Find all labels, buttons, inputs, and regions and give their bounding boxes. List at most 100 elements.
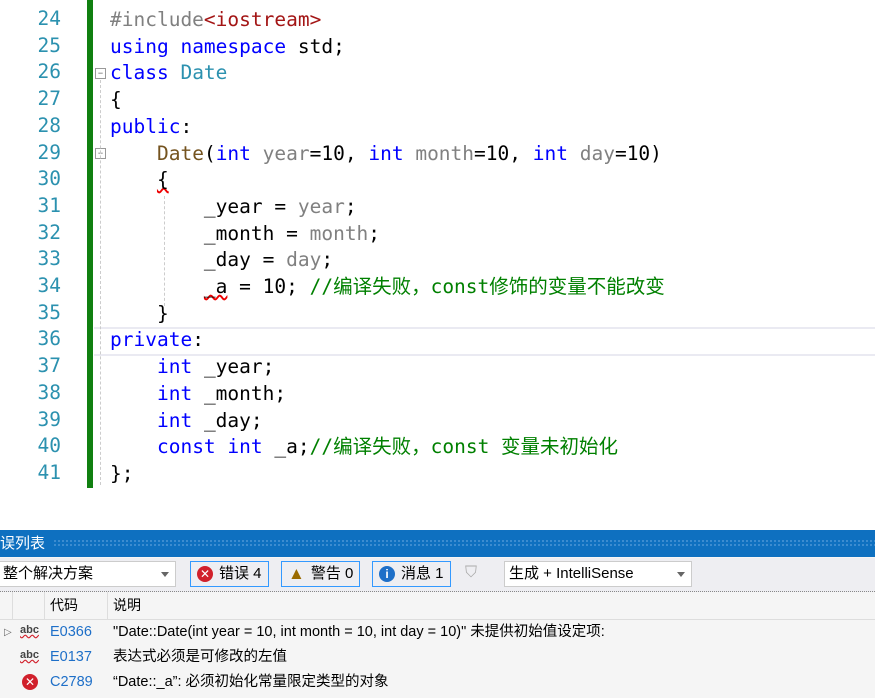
code-token: #include [110,8,204,31]
code-line[interactable]: _year = year; [110,194,357,221]
chevron-down-icon [677,572,685,581]
line-number: 34 [37,274,61,297]
code-token: =10, [474,141,533,165]
code-token: int [368,141,404,165]
code-line[interactable]: private: [110,327,204,354]
code-line[interactable]: int _day; [110,408,263,435]
column-header-code[interactable]: 代码 [50,592,78,619]
code-line[interactable]: _day = day; [110,247,333,274]
error-description: "Date::Date(int year = 10, int month = 1… [113,624,605,640]
info-icon: i [379,566,395,582]
code-token: const [156,435,216,459]
code-token: public [110,114,181,138]
messages-filter-button[interactable]: i 消息 1 [372,561,451,587]
line-number: 35 [37,300,61,324]
code-token: year [262,141,310,165]
code-token: int [156,381,193,405]
code-line[interactable]: #include<iostream> [110,7,321,34]
code-line[interactable]: { [110,87,122,114]
source-value: 生成 + IntelliSense [509,565,634,582]
code-line[interactable]: } [110,301,169,328]
code-token: day [579,141,615,165]
messages-label: 消息 1 [401,565,444,582]
code-line[interactable]: public: [110,114,192,141]
code-editor[interactable]: − − 24 #include<iostream> 25 using namespac… [0,0,875,528]
line-number: 30 [37,167,61,191]
code-token: int [215,141,251,165]
scope-dropdown[interactable]: 整个解决方案 [0,561,176,587]
current-line-highlight [94,327,875,356]
code-token: ( [203,141,216,165]
code-token: month [309,221,369,245]
code-token: month [415,141,475,165]
code-token: }; [110,461,134,485]
code-line[interactable]: _month = month; [110,221,380,248]
code-token: : [180,114,193,138]
code-line[interactable]: int _year; [110,354,274,381]
code-token: { [110,88,122,112]
line-number: 29 [37,140,61,164]
code-line[interactable]: Date(int year=10, int month=10, int day=… [110,141,662,168]
code-token: year [297,194,345,218]
line-number: 31 [37,193,61,217]
error-row[interactable]: abc E0137 表达式必须是可修改的左值 [0,645,875,670]
abc-squiggle-icon: abc [20,624,39,636]
error-row[interactable]: ▷ abc E0366 "Date::Date(int year = 10, int … [0,620,875,645]
filter-icon[interactable]: ⛉ [465,564,477,582]
warnings-label: 警告 0 [310,565,354,582]
drag-grip[interactable] [53,539,875,548]
code-token: _year = [110,194,298,218]
source-dropdown[interactable]: 生成 + IntelliSense [504,561,692,587]
code-line[interactable]: _a = 10; //编译失败，const修饰的变量不能改变 [110,274,665,301]
code-token: ; [368,221,381,245]
code-line[interactable]: }; [110,461,133,488]
scope-value: 整个解决方案 [3,565,94,582]
code-token: //编译失败，const 变量未初始化 [309,435,619,459]
line-number: 36 [37,327,61,351]
code-token: std; [286,34,345,58]
code-token: Date [180,61,228,85]
error-toolbar: 整个解决方案 ✕ 错误 4 ▲ 警告 0 i 消息 1 ⛉ 生成 + IntelliS… [0,558,875,592]
code-token: int [156,408,193,432]
fold-collapse-icon[interactable]: − [95,68,106,79]
panel-title: 误列表 [0,535,46,552]
error-code[interactable]: C2789 [50,670,93,695]
code-line[interactable]: using namespace std; [110,34,345,61]
errors-filter-button[interactable]: ✕ 错误 4 [190,561,269,587]
code-token: _month = [110,221,310,245]
code-line[interactable]: int _month; [110,381,286,408]
code-token: _day = [110,248,287,272]
line-number: 40 [37,434,61,458]
warnings-filter-button[interactable]: ▲ 警告 0 [281,561,361,587]
code-token: Date [156,141,204,165]
code-token: _day; [192,408,263,432]
panel-titlebar[interactable]: 误列表 [0,530,875,557]
code-line[interactable]: class Date [110,60,227,87]
error-list-panel: 误列表 整个解决方案 ✕ 错误 4 ▲ 警告 0 i 消息 1 ⛉ 生成 + Inte… [0,530,875,698]
column-header-description[interactable]: 说明 [113,592,141,619]
expand-icon[interactable]: ▷ [4,620,12,645]
code-line[interactable]: const int _a;//编译失败，const 变量未初始化 [110,434,618,461]
code-line[interactable]: { [110,167,169,194]
code-token: =10) [614,141,662,165]
code-token: int [156,355,193,379]
code-token: _month; [192,381,287,405]
code-token: = 10; [227,275,310,298]
code-token: private [110,328,193,352]
line-number: 27 [37,87,61,111]
error-row[interactable]: ✕ C2789 “Date::_a”: 必须初始化常量限定类型的对象 [0,670,875,695]
line-number: 24 [37,7,61,30]
error-code[interactable]: E0137 [50,645,92,670]
code-token: int [532,141,568,165]
code-token: =10, [309,141,369,165]
error-code[interactable]: E0366 [50,620,92,645]
